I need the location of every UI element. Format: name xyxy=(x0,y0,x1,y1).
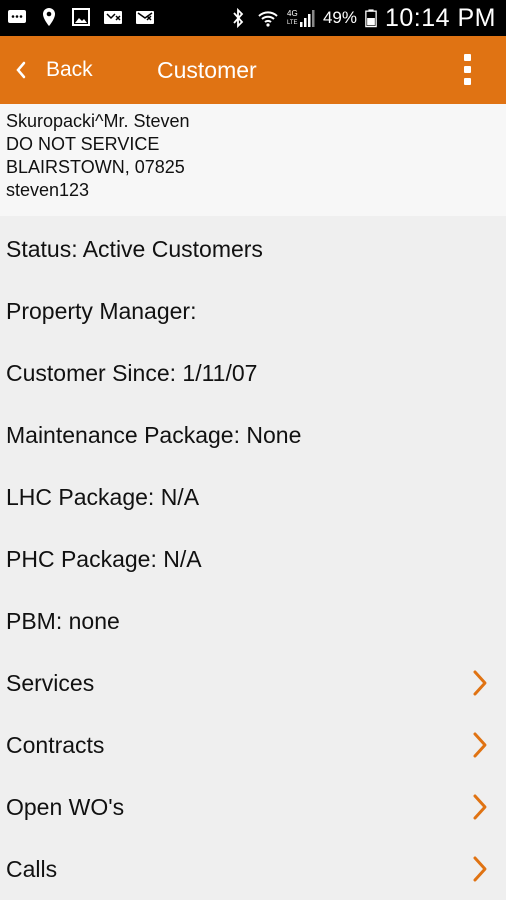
chevron-right-icon xyxy=(473,856,487,882)
nav-row-contracts[interactable]: Contracts xyxy=(0,714,506,776)
nav-row-open-wos[interactable]: Open WO's xyxy=(0,776,506,838)
system-status: 4G LTE 49% 10:14 PM xyxy=(227,0,496,36)
bluetooth-icon xyxy=(233,7,244,29)
detail-row-maintenance-package: Maintenance Package: None xyxy=(0,404,506,466)
message-icon xyxy=(8,10,26,23)
page-title: Customer xyxy=(157,57,257,83)
back-button[interactable]: Back xyxy=(14,36,93,104)
svg-text:4G: 4G xyxy=(287,9,298,18)
detail-row-property-manager: Property Manager: xyxy=(0,280,506,342)
notification-icons xyxy=(6,6,156,28)
detail-label: Property Manager: xyxy=(6,298,197,324)
overflow-dot-icon xyxy=(463,66,471,73)
nav-label: Calls xyxy=(6,856,58,882)
customer-header: Skuropacki^Mr. Steven DO NOT SERVICE BLA… xyxy=(0,104,506,216)
detail-label: Customer Since: 1/11/07 xyxy=(6,360,258,386)
chevron-right-icon xyxy=(473,794,487,820)
location-icon xyxy=(43,8,55,26)
nav-label: Services xyxy=(6,670,95,696)
battery-percent: 49% xyxy=(322,8,357,27)
missed-call-icon xyxy=(104,11,122,24)
image-icon xyxy=(72,8,90,26)
clock: 10:14 PM xyxy=(384,3,496,32)
nav-label: Contracts xyxy=(6,732,105,758)
detail-row-phc-package: PHC Package: N/A xyxy=(0,528,506,590)
detail-label: LHC Package: N/A xyxy=(6,484,200,510)
customer-username: steven123 xyxy=(6,180,90,200)
detail-row-lhc-package: LHC Package: N/A xyxy=(0,466,506,528)
detail-label: PBM: none xyxy=(6,608,120,634)
nav-label: Open WO's xyxy=(6,794,125,820)
overflow-dot-icon xyxy=(463,78,471,85)
wifi-icon xyxy=(258,11,278,27)
overflow-menu-button[interactable] xyxy=(462,54,472,88)
detail-row-status: Status: Active Customers xyxy=(0,218,506,280)
chevron-left-icon xyxy=(16,61,26,79)
status-bar: 4G LTE 49% 10:14 PM xyxy=(0,0,506,36)
back-label: Back xyxy=(46,58,93,81)
nav-row-services[interactable]: Services xyxy=(0,652,506,714)
app-bar: Back Customer xyxy=(0,36,506,104)
detail-row-pbm: PBM: none xyxy=(0,590,506,652)
detail-row-customer-since: Customer Since: 1/11/07 xyxy=(0,342,506,404)
battery-icon xyxy=(365,9,377,28)
chevron-right-icon xyxy=(473,670,487,696)
nav-row-calls[interactable]: Calls xyxy=(0,838,506,900)
voicemail-icon xyxy=(136,11,154,24)
customer-name: Skuropacki^Mr. Steven xyxy=(6,111,190,131)
customer-location: BLAIRSTOWN, 07825 xyxy=(6,157,185,177)
overflow-dot-icon xyxy=(463,54,471,61)
svg-text:LTE: LTE xyxy=(287,20,298,26)
chevron-right-icon xyxy=(473,732,487,758)
customer-note: DO NOT SERVICE xyxy=(6,134,160,154)
detail-label: PHC Package: N/A xyxy=(6,546,202,572)
detail-label: Status: Active Customers xyxy=(6,236,263,262)
signal-icon: 4G LTE xyxy=(287,9,315,27)
detail-label: Maintenance Package: None xyxy=(6,422,302,448)
